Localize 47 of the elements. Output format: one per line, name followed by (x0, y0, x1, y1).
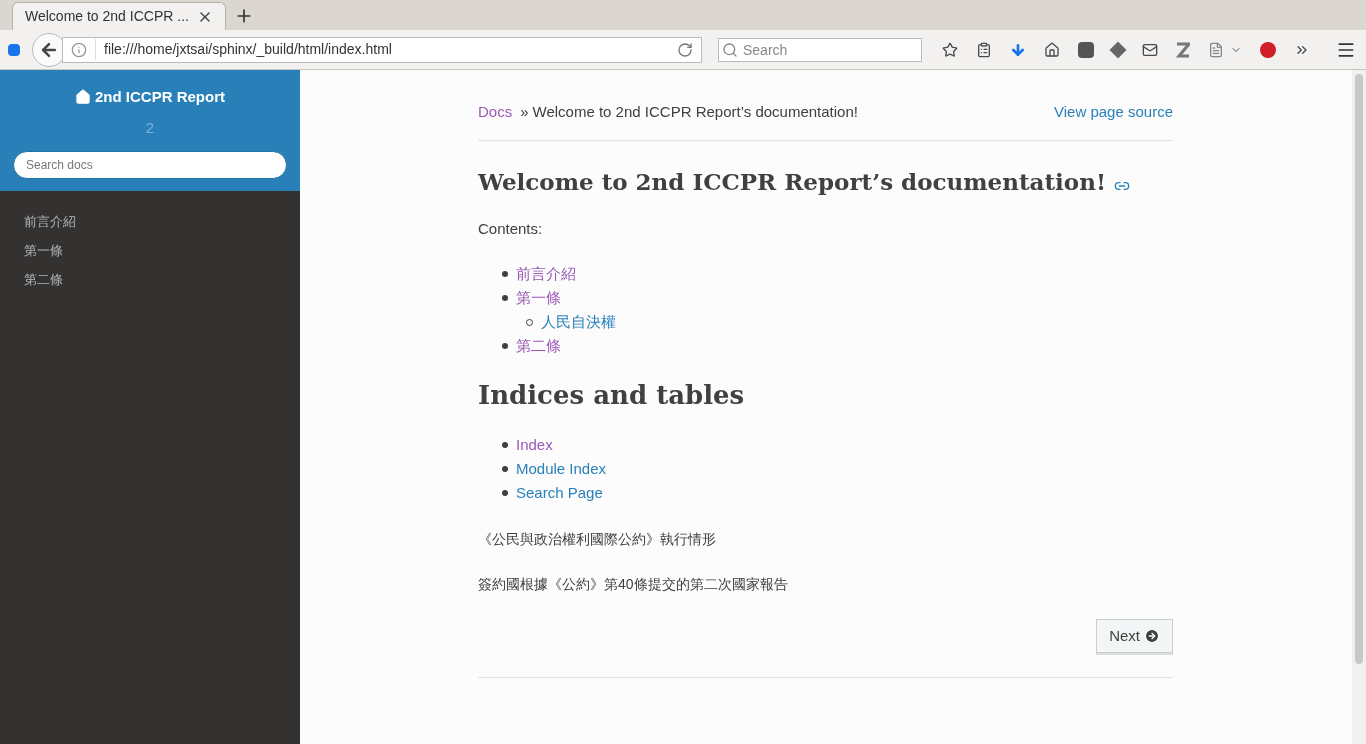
tab-title: Welcome to 2nd ICCPR ... (25, 7, 189, 26)
toc-link[interactable]: 人民自決權 (541, 310, 616, 334)
info-icon[interactable] (71, 41, 87, 58)
clipboard-icon[interactable] (976, 41, 992, 58)
sidebar-item[interactable]: 前言介紹 (0, 207, 300, 236)
paragraph: 簽約國根據《公約》第40條提交的第二次國家報告 (478, 575, 789, 594)
url-field[interactable]: file:///home/jxtsai/sphinx/_build/html/index.html (62, 36, 702, 63)
project-link[interactable]: 2nd ICCPR Report (75, 86, 225, 109)
toc-link[interactable]: 第一條 (516, 286, 561, 310)
contents-label: Contents: (478, 218, 544, 239)
breadcrumb-link[interactable]: Docs (478, 100, 513, 124)
bullet-icon (502, 343, 508, 349)
next-button[interactable]: Next (1096, 619, 1173, 653)
toc-link[interactable]: Index (516, 433, 553, 457)
home-icon[interactable] (1044, 41, 1060, 58)
paragraph: 《公民與政治權利國際公約》執行情形 (478, 530, 717, 549)
home-icon (75, 89, 91, 106)
page-icon[interactable] (1208, 41, 1224, 58)
reload-icon[interactable] (677, 41, 693, 58)
search-icon (722, 41, 738, 58)
mail-icon[interactable] (1142, 41, 1158, 58)
page-title: Welcome to 2nd ICCPR Report’s documentation! (478, 167, 1106, 197)
bullet-icon (502, 466, 508, 472)
bullet-icon (502, 442, 508, 448)
version-label: 2 (145, 117, 155, 138)
sidebar-item[interactable]: 第一條 (0, 236, 300, 265)
search-field[interactable]: Search (718, 37, 922, 62)
bullet-icon (502, 295, 508, 301)
bullet-icon (502, 490, 508, 496)
browser-tab[interactable]: Welcome to 2nd ICCPR ... (12, 2, 226, 30)
toc-link[interactable]: Search Page (516, 481, 603, 505)
toc-link[interactable]: Module Index (516, 457, 607, 481)
arrow-circle-icon (1144, 628, 1160, 644)
toc-link[interactable]: 第二條 (516, 334, 561, 358)
bookmark-star-icon[interactable] (942, 41, 958, 58)
breadcrumb-current: Welcome to 2nd ICCPR Report’s documentation! (532, 101, 858, 122)
zigzag-icon[interactable] (1176, 41, 1190, 58)
sidebar-item[interactable]: 第二條 (0, 265, 300, 294)
download-icon[interactable] (1010, 41, 1026, 58)
section-heading: Indices and tables (478, 379, 746, 412)
url-text: file:///home/jxtsai/sphinx/_build/html/index.html (95, 39, 669, 60)
search-docs-field[interactable]: Search docs (13, 151, 287, 179)
breadcrumb-separator: » (520, 101, 529, 122)
bullet-icon (502, 271, 508, 277)
view-source-link[interactable]: View page source (1054, 100, 1173, 124)
toc-link[interactable]: 前言介紹 (516, 262, 576, 286)
scrollbar[interactable] (1352, 70, 1366, 744)
